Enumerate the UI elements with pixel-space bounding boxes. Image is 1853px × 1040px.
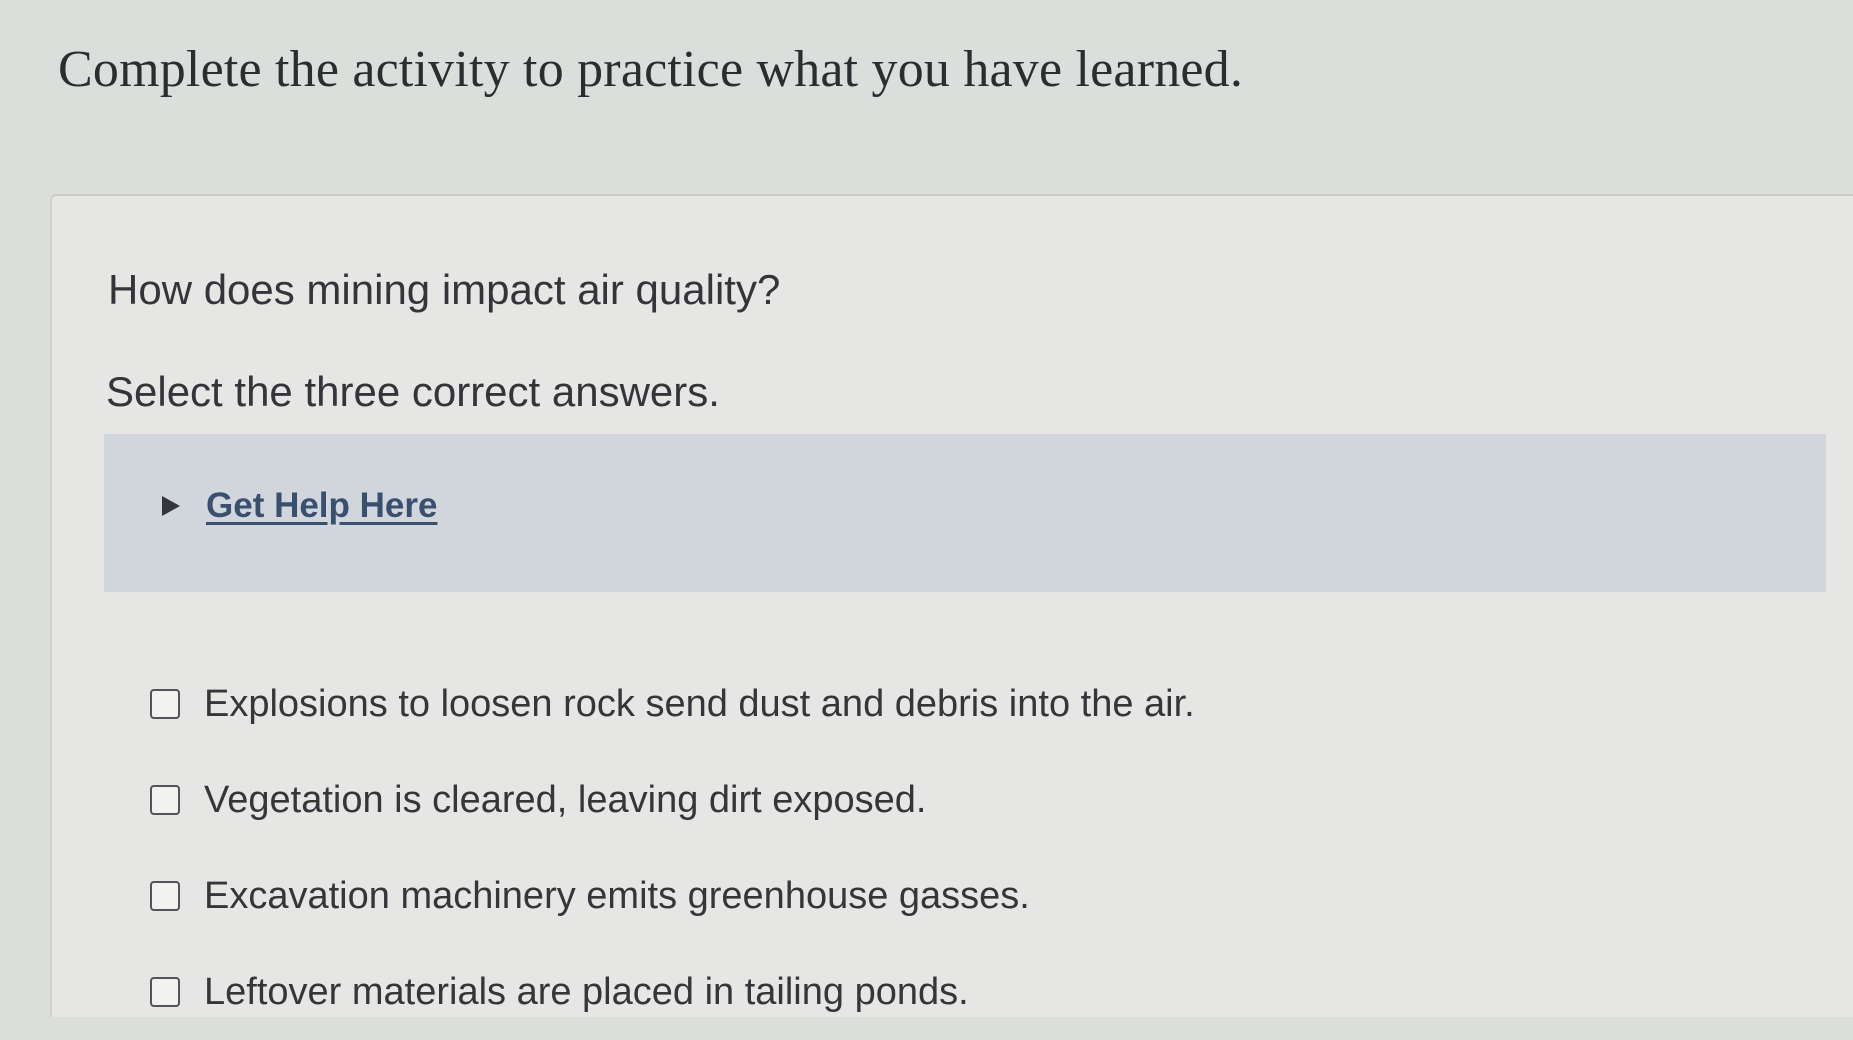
answer-option-label[interactable]: Leftover materials are placed in tailing…: [204, 971, 969, 1014]
answer-options: Explosions to loosen rock send dust and …: [150, 656, 1195, 1040]
answer-option-label[interactable]: Vegetation is cleared, leaving dirt expo…: [204, 779, 926, 822]
get-help-link[interactable]: Get Help Here: [206, 486, 437, 526]
help-panel: Get Help Here: [104, 434, 1826, 592]
answer-option-2[interactable]: Vegetation is cleared, leaving dirt expo…: [150, 752, 1195, 848]
checkbox-icon[interactable]: [150, 881, 180, 911]
checkbox-icon[interactable]: [150, 977, 180, 1007]
question-instruction: Select the three correct answers.: [106, 368, 720, 415]
question-card: How does mining impact air quality? Sele…: [50, 194, 1853, 1017]
question-prompt: How does mining impact air quality?: [108, 266, 781, 313]
page-title: Complete the activity to practice what y…: [58, 41, 1244, 98]
checkbox-icon[interactable]: [150, 785, 180, 815]
get-help-toggle[interactable]: Get Help Here: [162, 486, 437, 526]
triangle-right-icon[interactable]: [162, 496, 180, 516]
answer-option-4[interactable]: Leftover materials are placed in tailing…: [150, 944, 1195, 1040]
answer-option-label[interactable]: Explosions to loosen rock send dust and …: [204, 683, 1195, 726]
answer-option-label[interactable]: Excavation machinery emits greenhouse ga…: [204, 875, 1030, 918]
answer-option-3[interactable]: Excavation machinery emits greenhouse ga…: [150, 848, 1195, 944]
answer-option-1[interactable]: Explosions to loosen rock send dust and …: [150, 656, 1195, 752]
checkbox-icon[interactable]: [150, 689, 180, 719]
